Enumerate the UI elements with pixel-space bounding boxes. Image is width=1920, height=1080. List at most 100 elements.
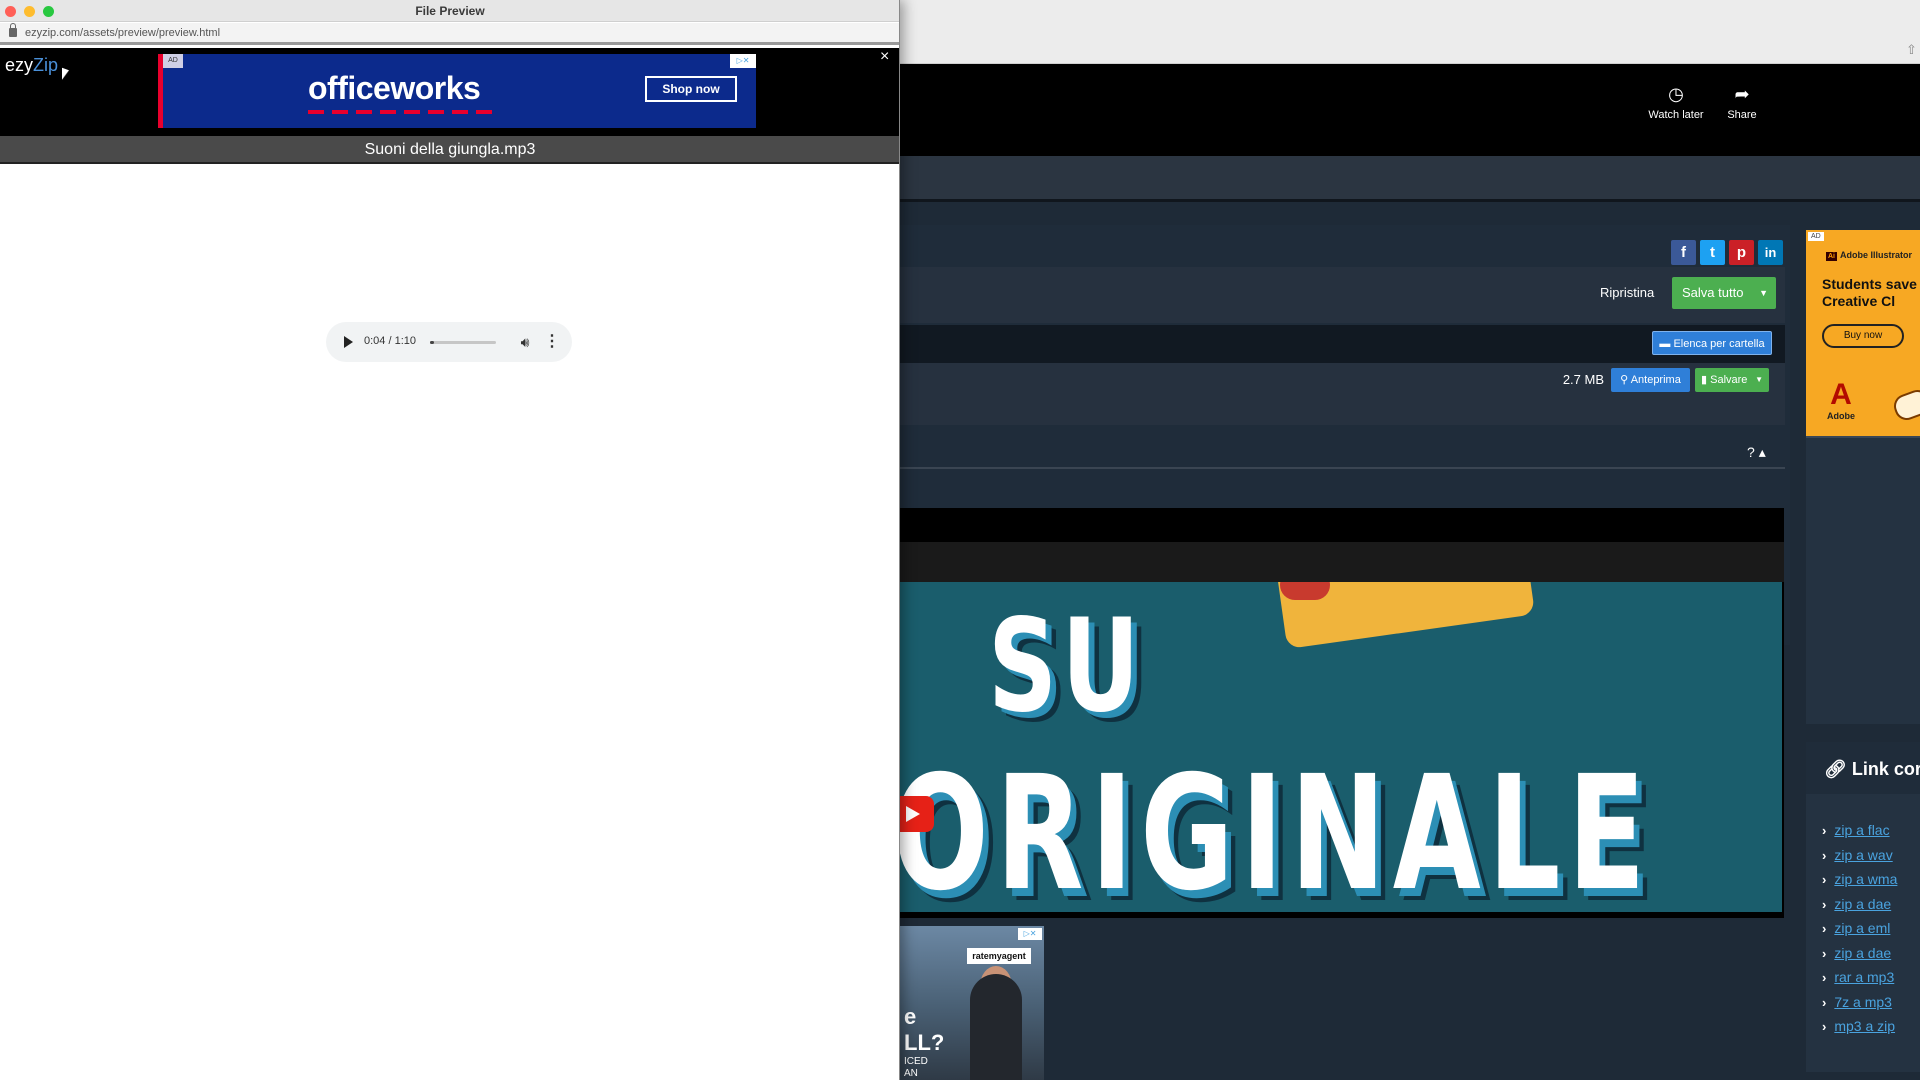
- ad-choices-icon[interactable]: ▷✕: [1018, 928, 1042, 940]
- list-item: › zip a eml: [1822, 920, 1897, 945]
- list-item: › 7z a mp3: [1822, 994, 1897, 1019]
- ad-person: [970, 974, 1022, 1080]
- link-icon: 🔗︎: [1824, 759, 1852, 779]
- chevron-right-icon: ›: [1822, 921, 1827, 936]
- chevron-right-icon: ›: [1822, 994, 1827, 1010]
- ad-brand-underline: [308, 110, 494, 114]
- list-by-folder-button[interactable]: ▬ Elenca per cartella: [1652, 331, 1772, 355]
- adobe-logo-icon: A Adobe: [1824, 380, 1858, 422]
- pinterest-icon[interactable]: p: [1729, 240, 1754, 265]
- help-toggle[interactable]: ? ▴: [1747, 444, 1766, 461]
- lock-icon: [9, 23, 17, 37]
- chevron-right-icon: ›: [1822, 872, 1827, 887]
- watch-later-button[interactable]: ◷ Watch later: [1641, 84, 1711, 121]
- facebook-icon[interactable]: f: [1671, 240, 1696, 265]
- ad-headline: e LL?: [904, 1004, 944, 1056]
- mouse-cursor-icon: [62, 67, 69, 83]
- save-all-label: Salva tutto: [1682, 285, 1744, 300]
- list-item: › rar a mp3: [1822, 969, 1897, 994]
- ratemyagent-ad[interactable]: ▷✕ ratemyagent e LL? ICED AN: [900, 926, 1044, 1080]
- adobe-ad[interactable]: AD AiAdobe Illustrator Students save on …: [1806, 230, 1920, 436]
- related-link[interactable]: 7z a mp3: [1834, 994, 1892, 1010]
- window-title-bar[interactable]: File Preview: [0, 0, 899, 22]
- chevron-right-icon: ›: [1822, 823, 1827, 838]
- more-vert-icon[interactable]: ⋮: [544, 332, 560, 352]
- share-arrow-icon: ➦: [1734, 84, 1750, 104]
- preview-button[interactable]: ⚲ Anteprima: [1611, 368, 1690, 392]
- youtube-play-icon[interactable]: [900, 796, 934, 832]
- officeworks-ad[interactable]: AD ▷✕ officeworks Shop now: [158, 54, 756, 128]
- save-button[interactable]: ▮ Salvare ▼: [1695, 368, 1769, 392]
- ad-headline-line-2: LL?: [904, 1030, 945, 1055]
- illustrator-icon: Ai: [1826, 252, 1837, 261]
- file-preview-window: File Preview ezyzip.com/assets/preview/p…: [0, 0, 900, 1080]
- preview-header: ezyZip AD ▷✕ officeworks Shop now ×: [0, 48, 899, 136]
- video-title-line-2: ORIGINALE: [900, 742, 1653, 912]
- ad-subtext-line-1: ICED: [904, 1056, 928, 1067]
- related-link[interactable]: zip a wma: [1834, 871, 1897, 887]
- ad-decoration: [1890, 386, 1920, 424]
- linkedin-icon[interactable]: in: [1758, 240, 1783, 265]
- audio-player[interactable]: 0:04 / 1:10 🔊︎ ⋮: [326, 322, 572, 362]
- related-links-panel: 🔗︎ Link corr › zip a flac › zip a wav › zip…: [1806, 742, 1920, 1072]
- chevron-right-icon: ›: [1822, 896, 1827, 912]
- save-all-button[interactable]: Salva tutto ▼: [1672, 277, 1776, 309]
- ad-badge: AD: [163, 54, 183, 68]
- logo-part-2: Zip: [33, 55, 59, 75]
- watch-later-label: Watch later: [1648, 109, 1704, 121]
- chevron-down-icon[interactable]: ▼: [1759, 277, 1768, 309]
- buy-now-button[interactable]: Buy now: [1822, 324, 1904, 348]
- play-icon[interactable]: [344, 336, 353, 348]
- chevron-down-icon[interactable]: ▼: [1755, 368, 1763, 392]
- ad-headline: Students save on Creative Cl: [1822, 276, 1920, 309]
- related-link[interactable]: zip a flac: [1834, 822, 1889, 838]
- ad-brand-label: Adobe Illustrator: [1840, 250, 1913, 260]
- ad-badge: AD: [1808, 232, 1824, 241]
- related-links-title: 🔗︎ Link corr: [1824, 759, 1920, 780]
- video-frame[interactable]: SU ORIGINALE: [900, 582, 1782, 912]
- url-bar: ezyzip.com/assets/preview/preview.html: [0, 23, 899, 45]
- reset-button[interactable]: Ripristina: [1600, 285, 1662, 301]
- video-title-bar: [900, 542, 1784, 582]
- ad-headline-line-1: e: [904, 1004, 917, 1029]
- sidebar-panel: [1806, 436, 1920, 724]
- clock-icon: ◷: [1668, 84, 1684, 104]
- audio-seek-bar[interactable]: [430, 341, 496, 344]
- chevron-right-icon: ›: [1822, 945, 1827, 961]
- share-page-icon[interactable]: ⇧: [1906, 42, 1917, 58]
- ad-choices-icon[interactable]: ▷✕: [730, 54, 756, 68]
- related-link[interactable]: zip a eml: [1834, 920, 1890, 936]
- ad-subtext-line-2: AN: [904, 1068, 918, 1079]
- volume-icon[interactable]: 🔊︎: [516, 333, 534, 351]
- shop-now-button[interactable]: Shop now: [645, 76, 737, 102]
- chevron-up-icon: ▴: [1758, 444, 1766, 460]
- related-link[interactable]: zip a wav: [1834, 847, 1892, 863]
- related-links-list: › zip a flac › zip a wav › zip a wma › zip a…: [1822, 822, 1897, 1043]
- list-item: › zip a wma: [1822, 871, 1897, 896]
- ad-logo: ratemyagent: [967, 948, 1031, 964]
- ad-brand: officeworks: [308, 70, 481, 106]
- list-by-folder-label: Elenca per cartella: [1673, 338, 1765, 350]
- related-link[interactable]: rar a mp3: [1834, 969, 1894, 985]
- audio-seek-fill: [430, 341, 434, 344]
- ad-brand: Ai Adobe Illustrator: [1826, 250, 1912, 261]
- list-item: › zip a flac: [1822, 822, 1897, 847]
- list-item: › zip a dae: [1822, 945, 1897, 970]
- video-title-line-1: SU: [988, 592, 1145, 741]
- video-embed[interactable]: SU ORIGINALE: [900, 508, 1784, 918]
- close-icon[interactable]: ×: [880, 48, 889, 66]
- list-item: › zip a dae: [1822, 896, 1897, 921]
- twitter-icon[interactable]: t: [1700, 240, 1725, 265]
- folder-icon: ▬: [1659, 338, 1674, 350]
- related-link[interactable]: zip a dae: [1834, 945, 1891, 961]
- url-text: ezyzip.com/assets/preview/preview.html: [25, 27, 221, 39]
- list-item: › zip a wav: [1822, 847, 1897, 872]
- share-button[interactable]: ➦ Share: [1707, 84, 1777, 121]
- file-icon: ▮: [1701, 374, 1711, 386]
- preview-label: Anteprima: [1630, 374, 1681, 386]
- related-link[interactable]: zip a dae: [1834, 896, 1891, 912]
- window-title: File Preview: [415, 4, 485, 18]
- ezyzip-logo[interactable]: ezyZip: [5, 55, 58, 76]
- related-link[interactable]: mp3 a zip: [1834, 1018, 1895, 1034]
- file-size: 2.7 MB: [1562, 372, 1604, 387]
